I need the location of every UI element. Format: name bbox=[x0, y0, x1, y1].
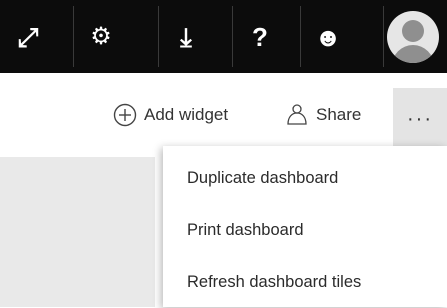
menu-item-label: Refresh dashboard tiles bbox=[187, 272, 362, 291]
dashboard-tile bbox=[0, 157, 155, 307]
gear-icon: ⚙ bbox=[90, 22, 112, 50]
share-label: Share bbox=[316, 105, 362, 124]
more-options-menu: Duplicate dashboard Print dashboard Refr… bbox=[163, 146, 447, 307]
top-header-bar: ⤢ ⚙ ⤓ ? ☻ bbox=[0, 0, 447, 73]
expand-button[interactable]: ⤢ bbox=[0, 0, 56, 73]
feedback-button[interactable]: ☻ bbox=[300, 0, 356, 73]
account-button[interactable] bbox=[383, 0, 443, 73]
download-icon: ⤓ bbox=[180, 21, 192, 52]
smiley-face-icon: ☻ bbox=[314, 21, 342, 52]
menu-item-refresh-dashboard-tiles[interactable]: Refresh dashboard tiles bbox=[163, 256, 447, 308]
menu-item-label: Print dashboard bbox=[187, 220, 304, 239]
dashboard-command-bar: Add widget Share ··· bbox=[0, 73, 447, 157]
expand-icon: ⤢ bbox=[17, 21, 39, 52]
user-avatar-icon bbox=[387, 10, 439, 63]
menu-item-duplicate-dashboard[interactable]: Duplicate dashboard bbox=[163, 152, 447, 204]
share-people-icon bbox=[284, 102, 310, 128]
share-button[interactable]: Share bbox=[284, 99, 361, 131]
menu-item-label: Duplicate dashboard bbox=[187, 168, 339, 187]
help-button[interactable]: ? bbox=[232, 0, 288, 73]
add-widget-label: Add widget bbox=[144, 105, 229, 124]
ellipsis-icon: ··· bbox=[407, 108, 433, 130]
download-button[interactable]: ⤓ bbox=[158, 0, 214, 73]
settings-button[interactable]: ⚙ bbox=[73, 0, 129, 73]
plus-circle-icon bbox=[112, 102, 138, 128]
menu-item-print-dashboard[interactable]: Print dashboard bbox=[163, 204, 447, 256]
question-mark-icon: ? bbox=[252, 21, 268, 52]
add-widget-button[interactable]: Add widget bbox=[112, 99, 228, 131]
